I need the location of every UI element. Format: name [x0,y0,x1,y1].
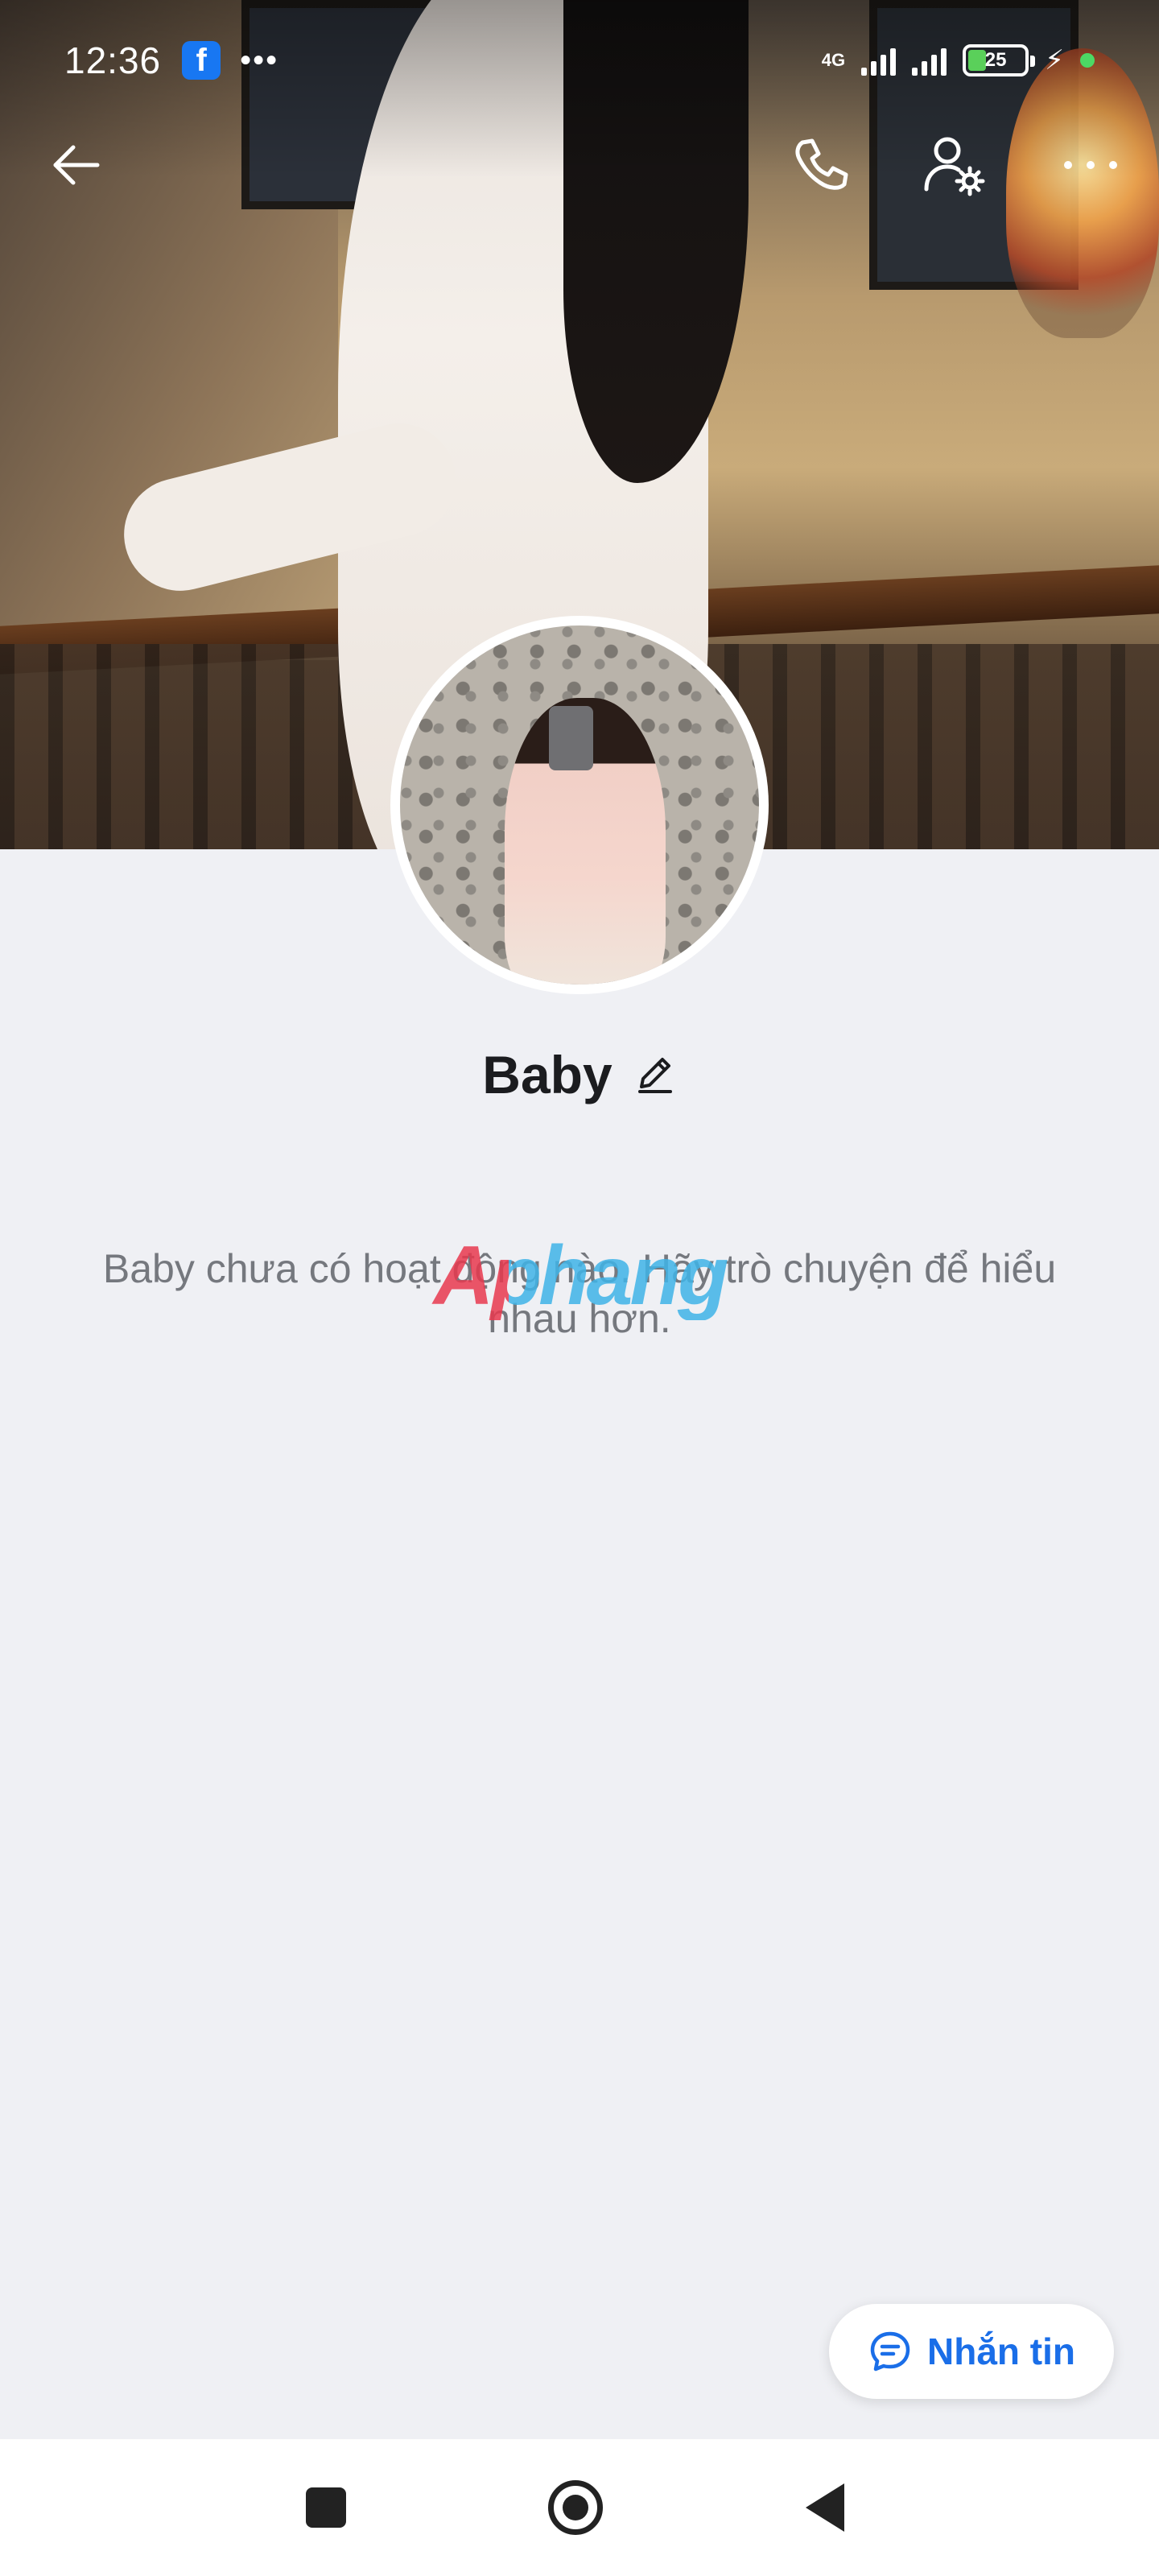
status-time: 12:36 [64,39,162,81]
profile-avatar[interactable] [390,616,769,994]
edit-name-button[interactable] [633,1051,677,1099]
system-back-icon [806,2483,844,2532]
network-type-label: 4G [821,50,846,70]
status-more-icon: ••• [240,43,279,78]
battery-icon: 25 [963,44,1036,76]
back-arrow-icon [53,145,100,185]
signal-icon-2 [912,45,947,76]
avatar-photo [400,625,759,985]
profile-action-bar [0,121,1159,209]
recent-apps-icon [306,2487,346,2528]
profile-name-row: Baby [0,1038,1159,1111]
home-icon [548,2480,603,2535]
user-settings-icon [924,137,985,196]
more-horizontal-icon [1064,161,1117,169]
pencil-icon [637,1057,672,1093]
avatar-phone [549,706,593,770]
privacy-indicator-icon [1080,53,1095,68]
system-nav-bar [0,2439,1159,2576]
watermark-logo: Aphang [402,1232,757,1320]
send-message-label: Nhắn tin [927,2330,1075,2372]
back-button[interactable] [32,121,121,209]
status-bar: 12:36 f ••• 4G 25 ⚡ [0,0,1159,121]
recent-apps-button[interactable] [294,2475,358,2540]
charging-icon: ⚡ [1045,45,1064,76]
home-button[interactable] [543,2475,608,2540]
call-button[interactable] [777,121,866,209]
system-back-button[interactable] [793,2475,857,2540]
battery-level: 25 [984,49,1007,71]
status-indicators: 4G 25 ⚡ [822,44,1095,76]
battery-fill [968,50,987,71]
profile-settings-button[interactable] [909,121,998,209]
profile-name: Baby [482,1045,612,1104]
signal-icon [861,45,897,76]
phone-icon [795,138,848,190]
chat-bubble-icon [870,2331,910,2372]
more-options-button[interactable] [1046,121,1135,209]
facebook-notification-icon: f [182,41,221,80]
send-message-button[interactable]: Nhắn tin [829,2304,1114,2399]
